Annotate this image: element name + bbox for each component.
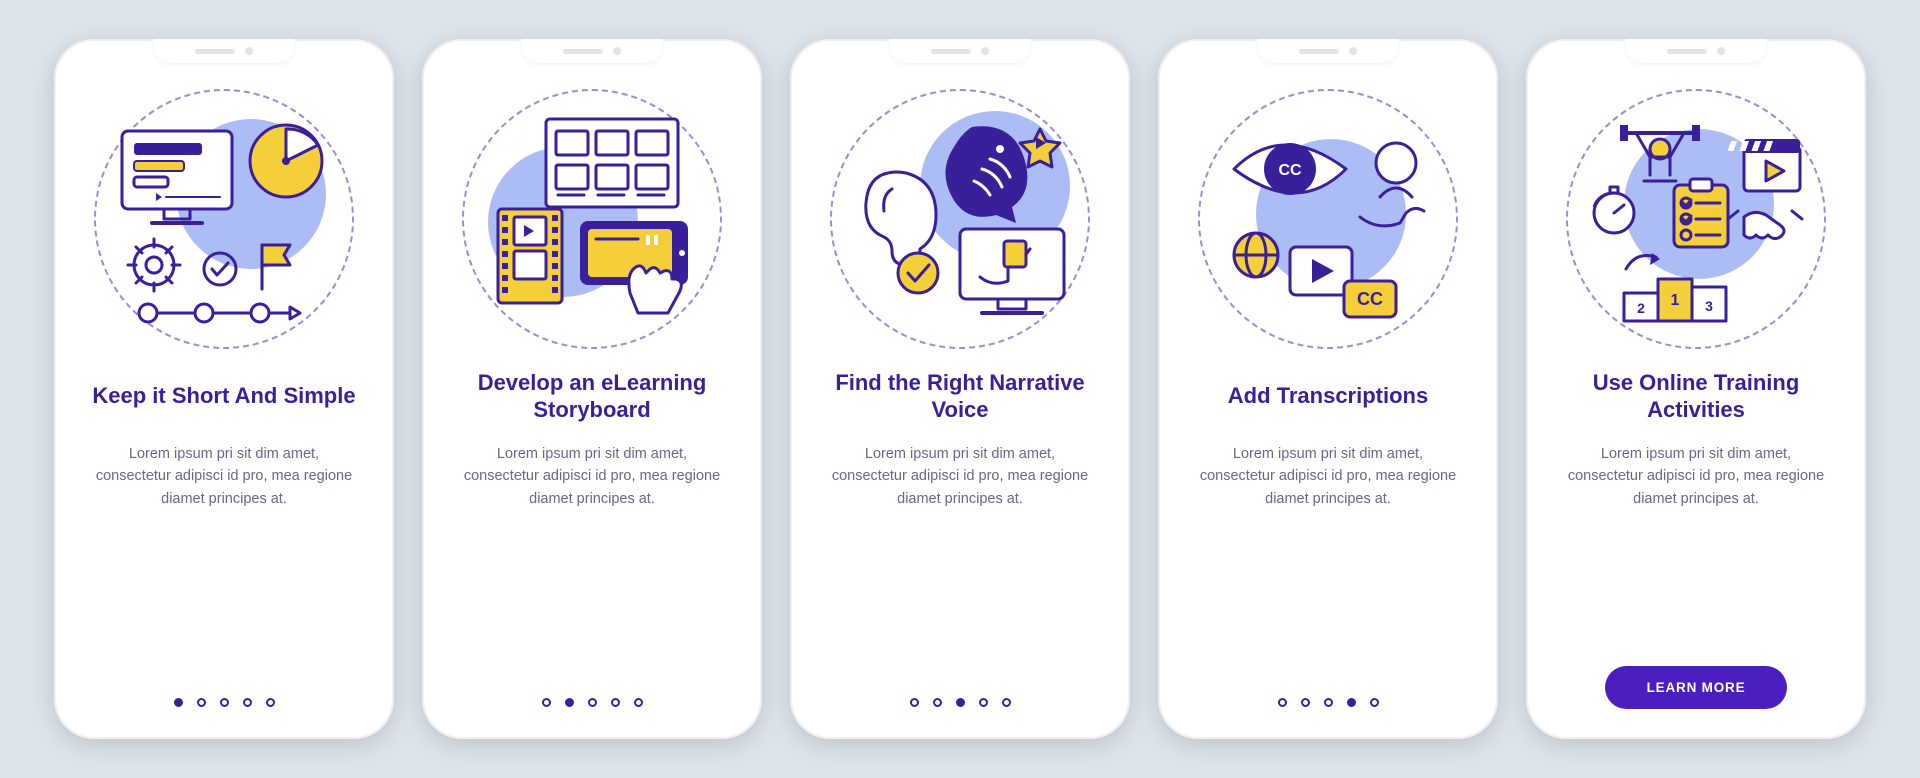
screen-title: Add Transcriptions xyxy=(1218,367,1438,425)
dot-3[interactable] xyxy=(220,698,229,707)
onboarding-screen-4: CC CC Add Transcriptions Lorem ipsum pri… xyxy=(1158,39,1498,739)
screen-title: Use Online Training Activities xyxy=(1548,367,1844,425)
svg-text:1: 1 xyxy=(1671,292,1680,309)
dot-2[interactable] xyxy=(565,698,574,707)
phone-notch xyxy=(522,39,662,63)
screen-body: Lorem ipsum pri sit dim amet, consectetu… xyxy=(444,443,740,535)
dot-4[interactable] xyxy=(611,698,620,707)
dot-3[interactable] xyxy=(956,698,965,707)
illustration-storyboard xyxy=(462,89,722,349)
screen-body: Lorem ipsum pri sit dim amet, consectetu… xyxy=(1548,443,1844,535)
dot-3[interactable] xyxy=(588,698,597,707)
onboarding-screen-3: Find the Right Narrative Voice Lorem ips… xyxy=(790,39,1130,739)
dot-2[interactable] xyxy=(197,698,206,707)
dot-5[interactable] xyxy=(266,698,275,707)
screen-title: Keep it Short And Simple xyxy=(82,367,365,425)
dot-5[interactable] xyxy=(634,698,643,707)
phone-notch xyxy=(890,39,1030,63)
phone-notch xyxy=(154,39,294,63)
page-indicator xyxy=(542,698,643,707)
dot-4[interactable] xyxy=(979,698,988,707)
dot-1[interactable] xyxy=(1278,698,1287,707)
onboarding-screen-2: Develop an eLearning Storyboard Lorem ip… xyxy=(422,39,762,739)
screen-body: Lorem ipsum pri sit dim amet, consectetu… xyxy=(1180,443,1476,535)
svg-text:CC: CC xyxy=(1357,289,1383,309)
dot-4[interactable] xyxy=(243,698,252,707)
phone-notch xyxy=(1626,39,1766,63)
dot-5[interactable] xyxy=(1002,698,1011,707)
illustration-transcriptions: CC CC xyxy=(1198,89,1458,349)
screen-body: Lorem ipsum pri sit dim amet, consectetu… xyxy=(812,443,1108,535)
svg-text:CC: CC xyxy=(1278,162,1302,179)
learn-more-button[interactable]: LEARN MORE xyxy=(1605,666,1788,709)
screen-title: Develop an eLearning Storyboard xyxy=(444,367,740,425)
dot-3[interactable] xyxy=(1324,698,1333,707)
page-indicator xyxy=(910,698,1011,707)
screen-body: Lorem ipsum pri sit dim amet, consectetu… xyxy=(76,443,372,535)
illustration-training-activities: 1 2 3 xyxy=(1566,89,1826,349)
illustration-short-simple xyxy=(94,89,354,349)
svg-text:3: 3 xyxy=(1705,298,1713,314)
dot-4[interactable] xyxy=(1347,698,1356,707)
page-indicator xyxy=(174,698,275,707)
dot-1[interactable] xyxy=(174,698,183,707)
onboarding-screen-1: Keep it Short And Simple Lorem ipsum pri… xyxy=(54,39,394,739)
phone-notch xyxy=(1258,39,1398,63)
dot-2[interactable] xyxy=(933,698,942,707)
screen-title: Find the Right Narrative Voice xyxy=(812,367,1108,425)
dot-2[interactable] xyxy=(1301,698,1310,707)
dot-1[interactable] xyxy=(542,698,551,707)
dot-1[interactable] xyxy=(910,698,919,707)
page-indicator xyxy=(1278,698,1379,707)
svg-text:2: 2 xyxy=(1637,300,1645,316)
dot-5[interactable] xyxy=(1370,698,1379,707)
onboarding-screen-5: 1 2 3 Use Online Training Activities Lor… xyxy=(1526,39,1866,739)
illustration-narrative-voice xyxy=(830,89,1090,349)
